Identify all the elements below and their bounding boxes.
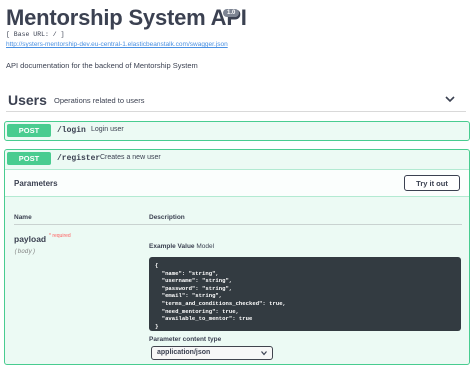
code-line: } <box>155 322 159 330</box>
operation-summary-text: Login user <box>91 126 124 133</box>
parameters-header: Parameters Try it out <box>5 169 469 197</box>
caret-down-icon <box>261 351 267 356</box>
column-header-name: Name <box>14 214 32 221</box>
parameter-location: (body) <box>14 248 36 255</box>
base-url: [ Base URL: / ] <box>6 31 65 38</box>
tag-description: Operations related to users <box>54 96 145 105</box>
try-it-out-button[interactable]: Try it out <box>404 175 460 191</box>
code-line: "available_to_mentor": true <box>155 315 253 323</box>
operation-register: POST /register Creates a new user Parame… <box>4 149 470 365</box>
method-badge: POST <box>7 152 51 165</box>
api-title: Mentorship System API <box>6 5 247 30</box>
operation-summary-text: Creates a new user <box>100 154 161 161</box>
parameters-title: Parameters <box>14 179 58 188</box>
content-type-select[interactable]: application/json <box>151 346 273 360</box>
code-line: "password": "string", <box>155 284 233 292</box>
example-code-block[interactable]: { "name": "string", "username": "string"… <box>149 257 461 331</box>
code-line: "need_mentoring": true, <box>155 307 239 315</box>
column-header-description: Description <box>149 214 185 221</box>
operation-summary[interactable]: POST /login Login user <box>5 122 469 140</box>
method-badge: POST <box>7 124 51 137</box>
version-badge: 1.0 <box>223 9 240 17</box>
operation-login[interactable]: POST /login Login user <box>4 121 470 141</box>
model-tab[interactable]: Model <box>196 243 214 250</box>
tag-name: Users <box>8 92 47 108</box>
code-line: "username": "string", <box>155 277 233 285</box>
content-type-value: application/json <box>157 349 211 356</box>
example-tabs: Example Value Model <box>149 243 214 250</box>
column-divider <box>14 224 462 225</box>
parameter-name: payload <box>14 234 47 244</box>
api-description: API documentation for the backend of Men… <box>6 61 198 70</box>
code-line: "email": "string", <box>155 292 223 300</box>
operation-path: /register <box>57 154 101 163</box>
code-line: "name": "string", <box>155 269 219 277</box>
code-line: { <box>155 262 159 269</box>
code-line: "terms_and_conditions_checked": true, <box>155 299 286 307</box>
tag-section-users[interactable]: Users Operations related to users <box>6 89 466 112</box>
operation-path: /login <box>57 126 86 135</box>
chevron-down-icon[interactable] <box>444 93 456 105</box>
swagger-json-link[interactable]: http://systers-mentorship-dev.eu-central… <box>6 41 228 48</box>
example-value-tab[interactable]: Example Value <box>149 243 195 250</box>
operation-summary[interactable]: POST /register Creates a new user <box>5 150 469 168</box>
required-marker: * required <box>49 233 71 239</box>
content-type-label: Parameter content type <box>149 336 222 343</box>
